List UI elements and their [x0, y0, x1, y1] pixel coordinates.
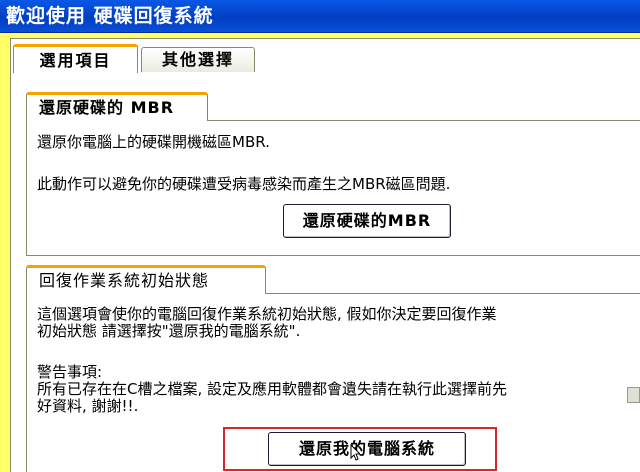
mbr-note: 此動作可以避免你的硬碟遭受病毒感染而產生之MBR磁區問題.	[37, 175, 451, 193]
warning-title: 警告事項:	[37, 363, 103, 381]
restore-system-button[interactable]: 還原我的電腦系統	[268, 432, 466, 466]
mbr-description: 還原你電腦上的硬碟開機磁區MBR.	[37, 133, 270, 151]
warning-line-2: 好資料, 謝謝!!.	[37, 397, 139, 415]
group-restore-title: 回復作業系統初始狀態	[26, 265, 266, 294]
restore-description-2: 初始狀態 請選擇按"還原我的電腦系統".	[37, 322, 301, 340]
restore-description-1: 這個選項會使你的電腦回復作業系統初始狀態, 假如你決定要回復作業	[37, 305, 497, 323]
window-title: 歡迎使用 硬碟回復系統	[0, 0, 640, 33]
tab-options[interactable]: 選用項目	[13, 44, 138, 73]
restore-mbr-button[interactable]: 還原硬碟的MBR	[283, 204, 451, 238]
warning-line-1: 所有已存在在C槽之檔案, 設定及應用軟體都會遺失請在執行此選擇前先	[37, 380, 508, 398]
group-mbr-title: 還原硬碟的 MBR	[26, 92, 208, 121]
tab-other[interactable]: 其他選擇	[141, 47, 255, 72]
mouse-cursor-icon	[350, 444, 360, 461]
overflow-indicator	[627, 387, 640, 403]
